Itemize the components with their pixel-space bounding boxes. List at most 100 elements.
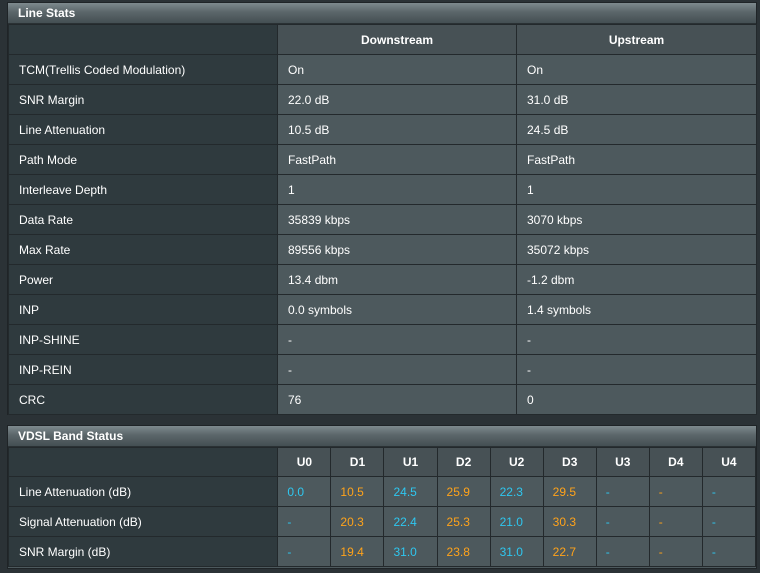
downstream-value: 10.5 dB <box>277 114 517 145</box>
stat-label: INP-REIN <box>8 354 278 385</box>
upstream-value: 31.0 dB <box>516 84 757 115</box>
band-value-d4: - <box>648 506 703 537</box>
downstream-value: 13.4 dbm <box>277 264 517 295</box>
downstream-value: 76 <box>277 384 517 415</box>
vdsl-band-row: Signal Attenuation (dB) -20.3 22.4 25.3 21.0… <box>7 506 757 537</box>
vdsl-band-title: VDSL Band Status <box>8 426 756 447</box>
header-corner <box>8 24 278 55</box>
band-value-u0: - <box>277 536 332 567</box>
band-value-d2: 25.3 <box>436 506 491 537</box>
upstream-value: 1 <box>516 174 757 205</box>
downstream-value: 22.0 dB <box>277 84 517 115</box>
band-header-d2: D2 <box>436 447 491 477</box>
upstream-value: 0 <box>516 384 757 415</box>
band-header-u4: U4 <box>701 447 757 477</box>
band-header-d3: D3 <box>542 447 597 477</box>
band-value-u4: - <box>701 476 757 507</box>
upstream-value: - <box>516 324 757 355</box>
band-value-u1: 24.5 <box>383 476 438 507</box>
band-value-d3: 30.3 <box>542 506 597 537</box>
line-stats-row: CRC 76 0 <box>8 384 757 415</box>
band-value-d1: 10.5 <box>330 476 385 507</box>
band-row-label: Signal Attenuation (dB) <box>7 506 279 537</box>
stat-label: Max Rate <box>8 234 278 265</box>
band-value-d4: - <box>648 476 703 507</box>
band-value-d3: 22.7 <box>542 536 597 567</box>
stat-label: Data Rate <box>8 204 278 235</box>
band-value-u3: - <box>595 476 650 507</box>
band-row-label: SNR Margin (dB) <box>7 536 279 567</box>
downstream-value: 35839 kbps <box>277 204 517 235</box>
band-value-u2: 21.0 <box>489 506 544 537</box>
band-header-d4: D4 <box>648 447 703 477</box>
vdsl-band-status-panel: VDSL Band Status U0 D1 U1 D2 U2 D3 U3 D4 U4 Line… <box>7 425 757 569</box>
upstream-value: - <box>516 354 757 385</box>
stat-label: INP-SHINE <box>8 324 278 355</box>
stat-label: INP <box>8 294 278 325</box>
band-header-d1: D1 <box>330 447 385 477</box>
line-stats-row: INP 0.0 symbols 1.4 symbols <box>8 294 757 325</box>
band-value-d1: 19.4 <box>330 536 385 567</box>
band-value-u2: 22.3 <box>489 476 544 507</box>
vdsl-band-header-row: U0 D1 U1 D2 U2 D3 U3 D4 U4 <box>7 447 757 477</box>
downstream-value: 1 <box>277 174 517 205</box>
band-header-u0: U0 <box>277 447 332 477</box>
line-stats-table: Downstream Upstream TCM(Trellis Coded Mo… <box>8 24 757 415</box>
band-value-u1: 22.4 <box>383 506 438 537</box>
line-stats-row: Line Attenuation 10.5 dB 24.5 dB <box>8 114 757 145</box>
band-value-d2: 25.9 <box>436 476 491 507</box>
stat-label: SNR Margin <box>8 84 278 115</box>
line-stats-row: SNR Margin 22.0 dB 31.0 dB <box>8 84 757 115</box>
stat-label: Power <box>8 264 278 295</box>
downstream-value: 0.0 symbols <box>277 294 517 325</box>
downstream-header: Downstream <box>277 24 517 55</box>
band-header-u3: U3 <box>595 447 650 477</box>
line-stats-row: TCM(Trellis Coded Modulation) On On <box>8 54 757 85</box>
line-stats-row: Power 13.4 dbm -1.2 dbm <box>8 264 757 295</box>
band-row-label: Line Attenuation (dB) <box>7 476 279 507</box>
stat-label: Path Mode <box>8 144 278 175</box>
upstream-header: Upstream <box>516 24 757 55</box>
downstream-value: 89556 kbps <box>277 234 517 265</box>
upstream-value: On <box>516 54 757 85</box>
line-stats-row: INP-REIN - - <box>8 354 757 385</box>
band-value-u4: - <box>701 536 757 567</box>
band-header-corner <box>7 447 279 477</box>
vdsl-band-row: SNR Margin (dB) -19.4 31.0 23.8 31.0 22.7- - - <box>7 536 757 567</box>
vdsl-band-row: Line Attenuation (dB) 0.0 10.5 24.5 25.9 22.3… <box>7 476 757 507</box>
band-value-d4: - <box>648 536 703 567</box>
downstream-value: On <box>277 54 517 85</box>
downstream-value: - <box>277 324 517 355</box>
band-value-d1: 20.3 <box>330 506 385 537</box>
upstream-value: 35072 kbps <box>516 234 757 265</box>
upstream-value: -1.2 dbm <box>516 264 757 295</box>
line-stats-panel: Line Stats Downstream Upstream TCM(Trell… <box>7 2 757 415</box>
upstream-value: 24.5 dB <box>516 114 757 145</box>
line-stats-header-row: Downstream Upstream <box>8 24 757 55</box>
band-value-d3: 29.5 <box>542 476 597 507</box>
line-stats-row: Data Rate 35839 kbps 3070 kbps <box>8 204 757 235</box>
vdsl-band-table: U0 D1 U1 D2 U2 D3 U3 D4 U4 Line Attenuation (dB)… <box>7 447 757 567</box>
line-stats-row: Path Mode FastPath FastPath <box>8 144 757 175</box>
band-value-u0: 0.0 <box>277 476 332 507</box>
upstream-value: 3070 kbps <box>516 204 757 235</box>
band-value-u0: - <box>277 506 332 537</box>
band-header-u2: U2 <box>489 447 544 477</box>
band-value-u3: - <box>595 536 650 567</box>
line-stats-title: Line Stats <box>8 3 756 24</box>
stat-label: CRC <box>8 384 278 415</box>
downstream-value: - <box>277 354 517 385</box>
band-value-u3: - <box>595 506 650 537</box>
upstream-value: FastPath <box>516 144 757 175</box>
line-stats-row: Interleave Depth 1 1 <box>8 174 757 205</box>
band-header-u1: U1 <box>383 447 438 477</box>
line-stats-row: Max Rate 89556 kbps 35072 kbps <box>8 234 757 265</box>
downstream-value: FastPath <box>277 144 517 175</box>
band-value-u2: 31.0 <box>489 536 544 567</box>
stat-label: Interleave Depth <box>8 174 278 205</box>
band-value-d2: 23.8 <box>436 536 491 567</box>
line-stats-row: INP-SHINE - - <box>8 324 757 355</box>
band-value-u1: 31.0 <box>383 536 438 567</box>
stat-label: Line Attenuation <box>8 114 278 145</box>
upstream-value: 1.4 symbols <box>516 294 757 325</box>
